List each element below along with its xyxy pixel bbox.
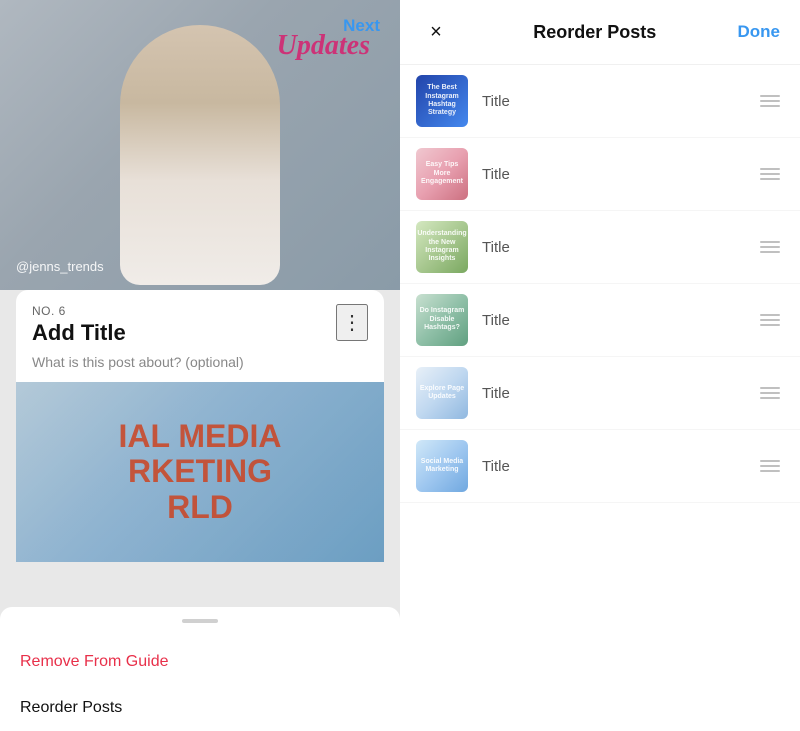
post-row-title: Title [482, 458, 742, 475]
post-image-inner: IAL MEDIARKETINGRLD [16, 382, 384, 562]
post-card: NO. 6 Add Title ⋮ What is this post abou… [16, 290, 384, 562]
post-thumbnail: Easy Tips More Engagement [416, 148, 468, 200]
panel-title: Reorder Posts [452, 22, 738, 43]
post-title: Add Title [32, 320, 126, 346]
watermark: @jenns_trends [16, 259, 104, 274]
post-row-title: Title [482, 385, 742, 402]
post-thumbnail: Understanding the New Instagram Insights [416, 221, 468, 273]
post-description: What is this post about? (optional) [16, 354, 384, 382]
mural-text: IAL MEDIARKETINGRLD [119, 419, 282, 525]
drag-handle[interactable] [756, 310, 784, 330]
drag-handle[interactable] [756, 164, 784, 184]
post-row: Easy Tips More Engagement Title [400, 138, 800, 211]
post-row-title: Title [482, 166, 742, 183]
post-row: Social Media Marketing Title [400, 430, 800, 503]
woman-figure [120, 25, 280, 285]
post-info: NO. 6 Add Title [32, 304, 126, 346]
bottom-sheet: Remove From Guide Reorder Posts [0, 607, 400, 731]
post-thumbnail: The Best Instagram Hashtag Strategy [416, 75, 468, 127]
more-options-button[interactable]: ⋮ [336, 304, 368, 341]
post-row-title: Title [482, 239, 742, 256]
drag-handle[interactable] [756, 456, 784, 476]
post-thumbnail: Do Instagram Disable Hashtags? [416, 294, 468, 346]
next-button[interactable]: Next [343, 16, 380, 36]
post-row: Explore Page Updates Title [400, 357, 800, 430]
drag-handle[interactable] [756, 237, 784, 257]
post-thumbnail: Social Media Marketing [416, 440, 468, 492]
left-panel: Next Updates @jenns_trends NO. 6 Add Tit… [0, 0, 400, 731]
right-panel: × Reorder Posts Done The Best Instagram … [400, 0, 800, 731]
drag-handle[interactable] [756, 91, 784, 111]
remove-from-guide-button[interactable]: Remove From Guide [0, 639, 400, 685]
close-button[interactable]: × [420, 16, 452, 48]
drag-handle[interactable] [756, 383, 784, 403]
reorder-posts-button[interactable]: Reorder Posts [0, 685, 400, 731]
right-panel-header: × Reorder Posts Done [400, 0, 800, 65]
left-header: Next [323, 0, 400, 52]
post-row-title: Title [482, 312, 742, 329]
post-row: The Best Instagram Hashtag Strategy Title [400, 65, 800, 138]
post-image: IAL MEDIARKETINGRLD [16, 382, 384, 562]
post-thumbnail: Explore Page Updates [416, 367, 468, 419]
sheet-handle [182, 619, 218, 623]
post-number: NO. 6 [32, 304, 126, 318]
post-row-title: Title [482, 93, 742, 110]
post-row: Do Instagram Disable Hashtags? Title [400, 284, 800, 357]
posts-list: The Best Instagram Hashtag Strategy Title… [400, 65, 800, 731]
post-meta: NO. 6 Add Title ⋮ [16, 290, 384, 354]
post-row: Understanding the New Instagram Insights… [400, 211, 800, 284]
done-button[interactable]: Done [738, 22, 781, 42]
